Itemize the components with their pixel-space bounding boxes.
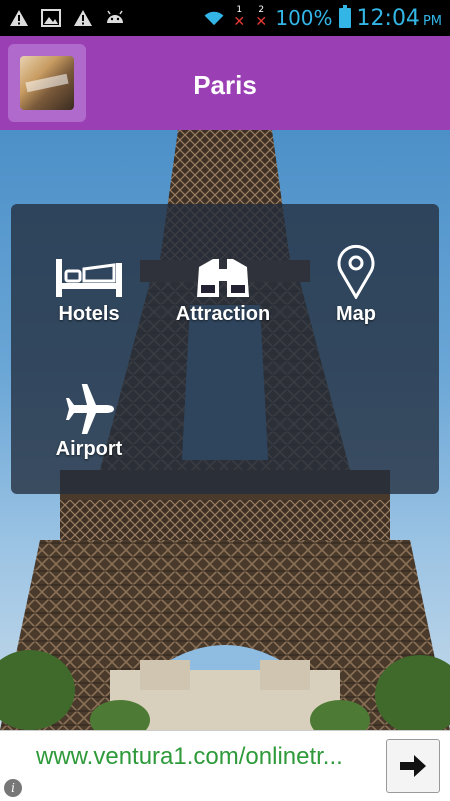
airport-label: Airport [55, 438, 123, 460]
clock-ampm: PM [422, 13, 442, 29]
app-bar: Paris [0, 36, 450, 130]
hotels-label: Hotels [58, 303, 120, 325]
airplane-icon [49, 374, 129, 434]
warning-icon [8, 7, 30, 29]
image-icon [40, 7, 62, 29]
battery-percent: 100% [275, 6, 333, 30]
binoculars-icon [183, 239, 263, 299]
map-button[interactable]: Map [296, 239, 416, 359]
android-icon [104, 7, 126, 29]
sim1-no-signal-icon: 1 ✕ [233, 5, 246, 30]
battery-icon [338, 5, 351, 28]
ad-info-icon[interactable]: i [4, 779, 22, 797]
map-pin-icon [316, 239, 396, 299]
attraction-label: Attraction [175, 303, 271, 325]
wifi-icon [203, 7, 225, 29]
bed-icon [49, 239, 129, 299]
notification-icons [0, 7, 126, 29]
hotels-button[interactable]: Hotels [29, 239, 149, 359]
system-status: 1 ✕ 2 ✕ 100% 12:04 PM [203, 5, 450, 31]
attraction-button[interactable]: Attraction [163, 239, 283, 359]
map-label: Map [336, 303, 376, 325]
airport-button[interactable]: Airport [29, 374, 149, 494]
status-bar: 1 ✕ 2 ✕ 100% 12:04 PM [0, 0, 450, 36]
sim2-no-signal-icon: 2 ✕ [255, 5, 268, 30]
arrow-right-icon [400, 755, 426, 777]
clock-time: 12:04 [356, 5, 420, 31]
ad-url-link[interactable]: www.ventura1.com/onlinetr... [36, 743, 368, 771]
menu-panel: Hotels Attraction Map Airport [11, 204, 439, 494]
clock: 12:04 PM [357, 6, 442, 31]
page-title: Paris [193, 70, 257, 100]
ad-open-button[interactable] [386, 739, 440, 793]
ad-banner[interactable]: www.ventura1.com/onlinetr... i [0, 730, 450, 801]
warning-icon [72, 7, 94, 29]
